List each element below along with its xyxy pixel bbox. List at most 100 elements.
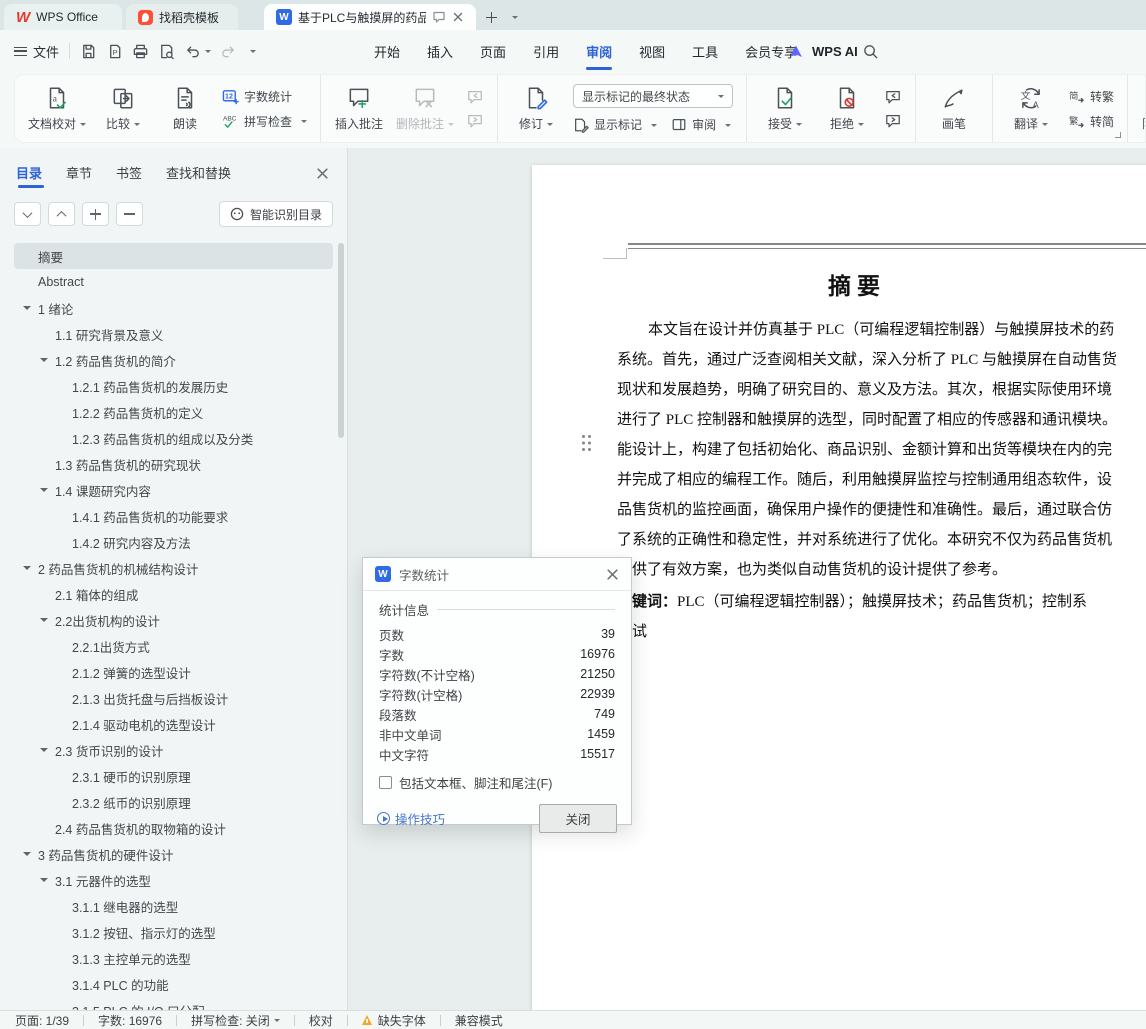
next-change-icon[interactable]	[884, 113, 902, 129]
accept-change-button[interactable]: 接受	[760, 85, 810, 132]
restrict-editing-button[interactable]: 限制编辑	[1141, 85, 1145, 132]
next-comment-icon[interactable]	[466, 113, 484, 129]
toc-item[interactable]: 2.2出货机构的设计	[14, 607, 333, 633]
spellcheck-status[interactable]: 拼写检查: 关闭	[191, 1012, 270, 1029]
toc-item[interactable]: 1.4.1 药品售货机的功能要求	[14, 503, 333, 529]
menu-tab[interactable]: 页面	[480, 42, 506, 61]
tab-docer-templates[interactable]: 找稻壳模板	[126, 4, 238, 30]
toc-item[interactable]: 2 药品售货机的机械结构设计	[14, 555, 333, 581]
toc-expand-arrow-icon[interactable]	[23, 566, 31, 574]
tips-link[interactable]: 操作技巧	[377, 809, 445, 828]
simplified-to-traditional-button[interactable]: 简 转繁	[1068, 88, 1114, 105]
export-pdf-button[interactable]: P	[106, 43, 123, 60]
sidebar-close-icon[interactable]	[316, 167, 329, 180]
sidebar-tab-find-replace[interactable]: 查找和替换	[166, 163, 231, 192]
zoom-in-outline-button[interactable]	[82, 202, 109, 226]
toc-item[interactable]: 3 药品售货机的硬件设计	[14, 841, 333, 867]
spell-check-button[interactable]: ABC 拼写检查	[222, 113, 308, 130]
toc-item[interactable]: 2.1.4 驱动电机的选型设计	[14, 711, 333, 737]
track-changes-button[interactable]: 修订	[511, 85, 561, 132]
toc-item[interactable]: 3.1.2 按钮、指示灯的选型	[14, 919, 333, 945]
tab-document[interactable]: W 基于PLC与触摸屏的药品售货机	[264, 4, 476, 30]
toc-item[interactable]: 2.4 药品售货机的取物箱的设计	[14, 815, 333, 841]
toc-item[interactable]: 1.2.2 药品售货机的定义	[14, 399, 333, 425]
group-expand-icon[interactable]	[1115, 132, 1122, 138]
toc-item[interactable]: 1.4 课题研究内容	[14, 477, 333, 503]
proofread-button[interactable]: 校对	[309, 1012, 333, 1029]
toc-item[interactable]: 2.1.3 出货托盘与后挡板设计	[14, 685, 333, 711]
search-button[interactable]	[862, 30, 879, 72]
menu-tab[interactable]: 审阅	[586, 42, 612, 61]
compare-button[interactable]: 比较	[98, 85, 148, 132]
compatibility-mode-badge[interactable]: 兼容模式	[455, 1012, 503, 1029]
menu-tab[interactable]: 插入	[427, 42, 453, 61]
toc-item[interactable]: 1.2.1 药品售货机的发展历史	[14, 373, 333, 399]
previous-change-icon[interactable]	[884, 89, 902, 105]
toc-expand-arrow-icon[interactable]	[23, 852, 31, 860]
doc-proofread-button[interactable]: a 文档校对	[28, 85, 87, 132]
traditional-to-simplified-button[interactable]: 繁 转简	[1068, 113, 1114, 130]
toc-item[interactable]: 1.2 药品售货机的简介	[14, 347, 333, 373]
print-button[interactable]	[132, 43, 149, 60]
include-footnotes-checkbox[interactable]	[379, 776, 392, 789]
redo-button[interactable]	[220, 43, 237, 60]
reject-change-button[interactable]: 拒绝	[822, 85, 872, 132]
delete-comment-button[interactable]: 删除批注	[396, 85, 455, 132]
translate-button[interactable]: 文 A 翻译	[1006, 85, 1056, 132]
show-markup-button[interactable]: 显示标记	[573, 116, 658, 133]
previous-comment-icon[interactable]	[466, 89, 484, 105]
dialog-title-bar[interactable]: W 字数统计	[363, 558, 631, 591]
toc-item[interactable]: 2.3 货币识别的设计	[14, 737, 333, 763]
tab-list-dropdown[interactable]	[502, 6, 524, 28]
wps-ai-button[interactable]: WPS AI	[788, 30, 858, 72]
sidebar-tab-contents[interactable]: 目录	[16, 163, 45, 192]
tab-close-icon[interactable]	[452, 11, 464, 23]
toc-expand-arrow-icon[interactable]	[40, 618, 48, 626]
insert-comment-button[interactable]: 插入批注	[334, 85, 384, 132]
toc-item[interactable]: 2.1.2 弹簧的选型设计	[14, 659, 333, 685]
toc-item[interactable]: Abstract	[14, 269, 333, 295]
toc-item[interactable]: 3.1.3 主控单元的选型	[14, 945, 333, 971]
toc-item[interactable]: 2.1 箱体的组成	[14, 581, 333, 607]
collapse-all-button[interactable]	[48, 202, 75, 226]
toc-item[interactable]: 1.2.3 药品售货机的组成以及分类	[14, 425, 333, 451]
sidebar-scrollbar-thumb[interactable]	[338, 243, 344, 438]
ink-pen-button[interactable]: 画笔	[929, 85, 979, 132]
save-button[interactable]	[80, 43, 97, 60]
toc-item[interactable]: 3.1.1 继电器的选型	[14, 893, 333, 919]
toc-expand-arrow-icon[interactable]	[23, 306, 31, 314]
review-pane-button[interactable]: 审阅	[671, 116, 732, 133]
menu-tab[interactable]: 视图	[639, 42, 665, 61]
toc-expand-arrow-icon[interactable]	[40, 748, 48, 756]
undo-button[interactable]	[184, 43, 212, 60]
tab-wps-home[interactable]: W WPS Office	[4, 4, 122, 30]
toc-item[interactable]: 摘要	[14, 243, 333, 269]
toc-expand-arrow-icon[interactable]	[40, 878, 48, 886]
toc-item[interactable]: 2.3.1 硬币的识别原理	[14, 763, 333, 789]
toc-item[interactable]: 3.1.5 PLC 的 I/O 口分配	[14, 997, 333, 1011]
toc-expand-arrow-icon[interactable]	[40, 358, 48, 366]
toc-item[interactable]: 3.1.4 PLC 的功能	[14, 971, 333, 997]
expand-all-button[interactable]	[14, 202, 41, 226]
toc-expand-arrow-icon[interactable]	[40, 488, 48, 496]
toc-item[interactable]: 1 绪论	[14, 295, 333, 321]
word-count-button[interactable]: 12 字数统计	[222, 88, 307, 105]
markup-state-combobox[interactable]: 显示标记的最终状态	[573, 84, 734, 108]
new-tab-button[interactable]	[480, 6, 502, 28]
word-count-indicator[interactable]: 字数: 16976	[98, 1012, 162, 1029]
toc-item[interactable]: 2.3.2 纸币的识别原理	[14, 789, 333, 815]
sidebar-tab-chapters[interactable]: 章节	[66, 163, 92, 192]
print-preview-button[interactable]	[158, 43, 175, 60]
read-aloud-button[interactable]: 朗读	[160, 85, 210, 132]
paragraph-drag-handle-icon[interactable]	[582, 435, 585, 438]
zoom-out-outline-button[interactable]	[116, 202, 143, 226]
toc-item[interactable]: 1.1 研究背景及意义	[14, 321, 333, 347]
dialog-close-icon[interactable]	[606, 568, 619, 581]
close-button[interactable]: 关闭	[539, 804, 617, 833]
page-indicator[interactable]: 页面: 1/39	[15, 1012, 69, 1029]
tab-comment-icon[interactable]	[432, 10, 446, 24]
toc-item[interactable]: 1.3 药品售货机的研究现状	[14, 451, 333, 477]
sidebar-tab-bookmarks[interactable]: 书签	[116, 163, 142, 192]
smart-toc-button[interactable]: 智能识别目录	[218, 201, 333, 227]
toc-item[interactable]: 3.1 元器件的选型	[14, 867, 333, 893]
